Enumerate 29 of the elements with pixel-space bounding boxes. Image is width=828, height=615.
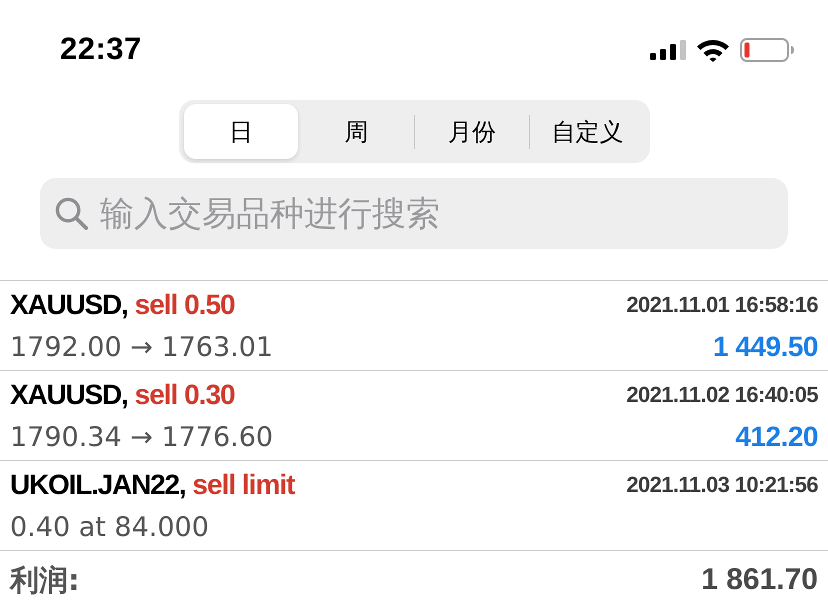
battery-icon — [740, 38, 794, 62]
order-row[interactable]: XAUUSD, sell 0.30 2021.11.02 16:40:05 1790.34 → 1776.60 412.20 — [0, 371, 828, 461]
order-symbol: XAUUSD, — [10, 379, 128, 411]
order-time: 2021.11.01 16:58:16 — [626, 292, 818, 318]
order-symbol: XAUUSD, — [10, 289, 128, 321]
order-profit: 412.20 — [735, 421, 818, 453]
period-tab[interactable]: 自定义 — [530, 104, 644, 159]
status-time: 22:37 — [60, 30, 142, 68]
order-type: sell limit — [192, 469, 294, 501]
summary-value: 1 861.70 — [701, 562, 818, 598]
order-type: sell 0.50 — [134, 289, 235, 321]
order-profit: 1 449.50 — [713, 331, 818, 363]
order-type: sell 0.30 — [134, 379, 235, 411]
search-icon — [55, 197, 88, 230]
search-field[interactable]: 输入交易品种进行搜索 — [40, 178, 788, 249]
order-prices: 0.40 at 84.000 — [10, 512, 209, 542]
order-row[interactable]: XAUUSD, sell 0.50 2021.11.01 16:58:16 1792.00 → 1763.01 1 449.50 — [0, 281, 828, 371]
order-symbol: UKOIL.JAN22, — [10, 469, 186, 501]
order-prices: 1792.00 → 1763.01 — [10, 332, 274, 362]
signal-icon — [650, 40, 686, 60]
order-time: 2021.11.03 10:21:56 — [626, 472, 818, 498]
period-tab[interactable]: 周 — [299, 104, 414, 159]
order-time: 2021.11.02 16:40:05 — [626, 382, 818, 408]
period-tab[interactable]: 月份 — [414, 104, 529, 159]
order-row[interactable]: UKOIL.JAN22, sell limit 2021.11.03 10:21:56 0.40 at 84.000 — [0, 461, 828, 551]
summary-label: 利润: — [10, 562, 80, 598]
period-tab[interactable]: 日 — [184, 104, 298, 159]
order-prices: 1790.34 → 1776.60 — [10, 422, 274, 452]
wifi-icon — [696, 38, 730, 62]
